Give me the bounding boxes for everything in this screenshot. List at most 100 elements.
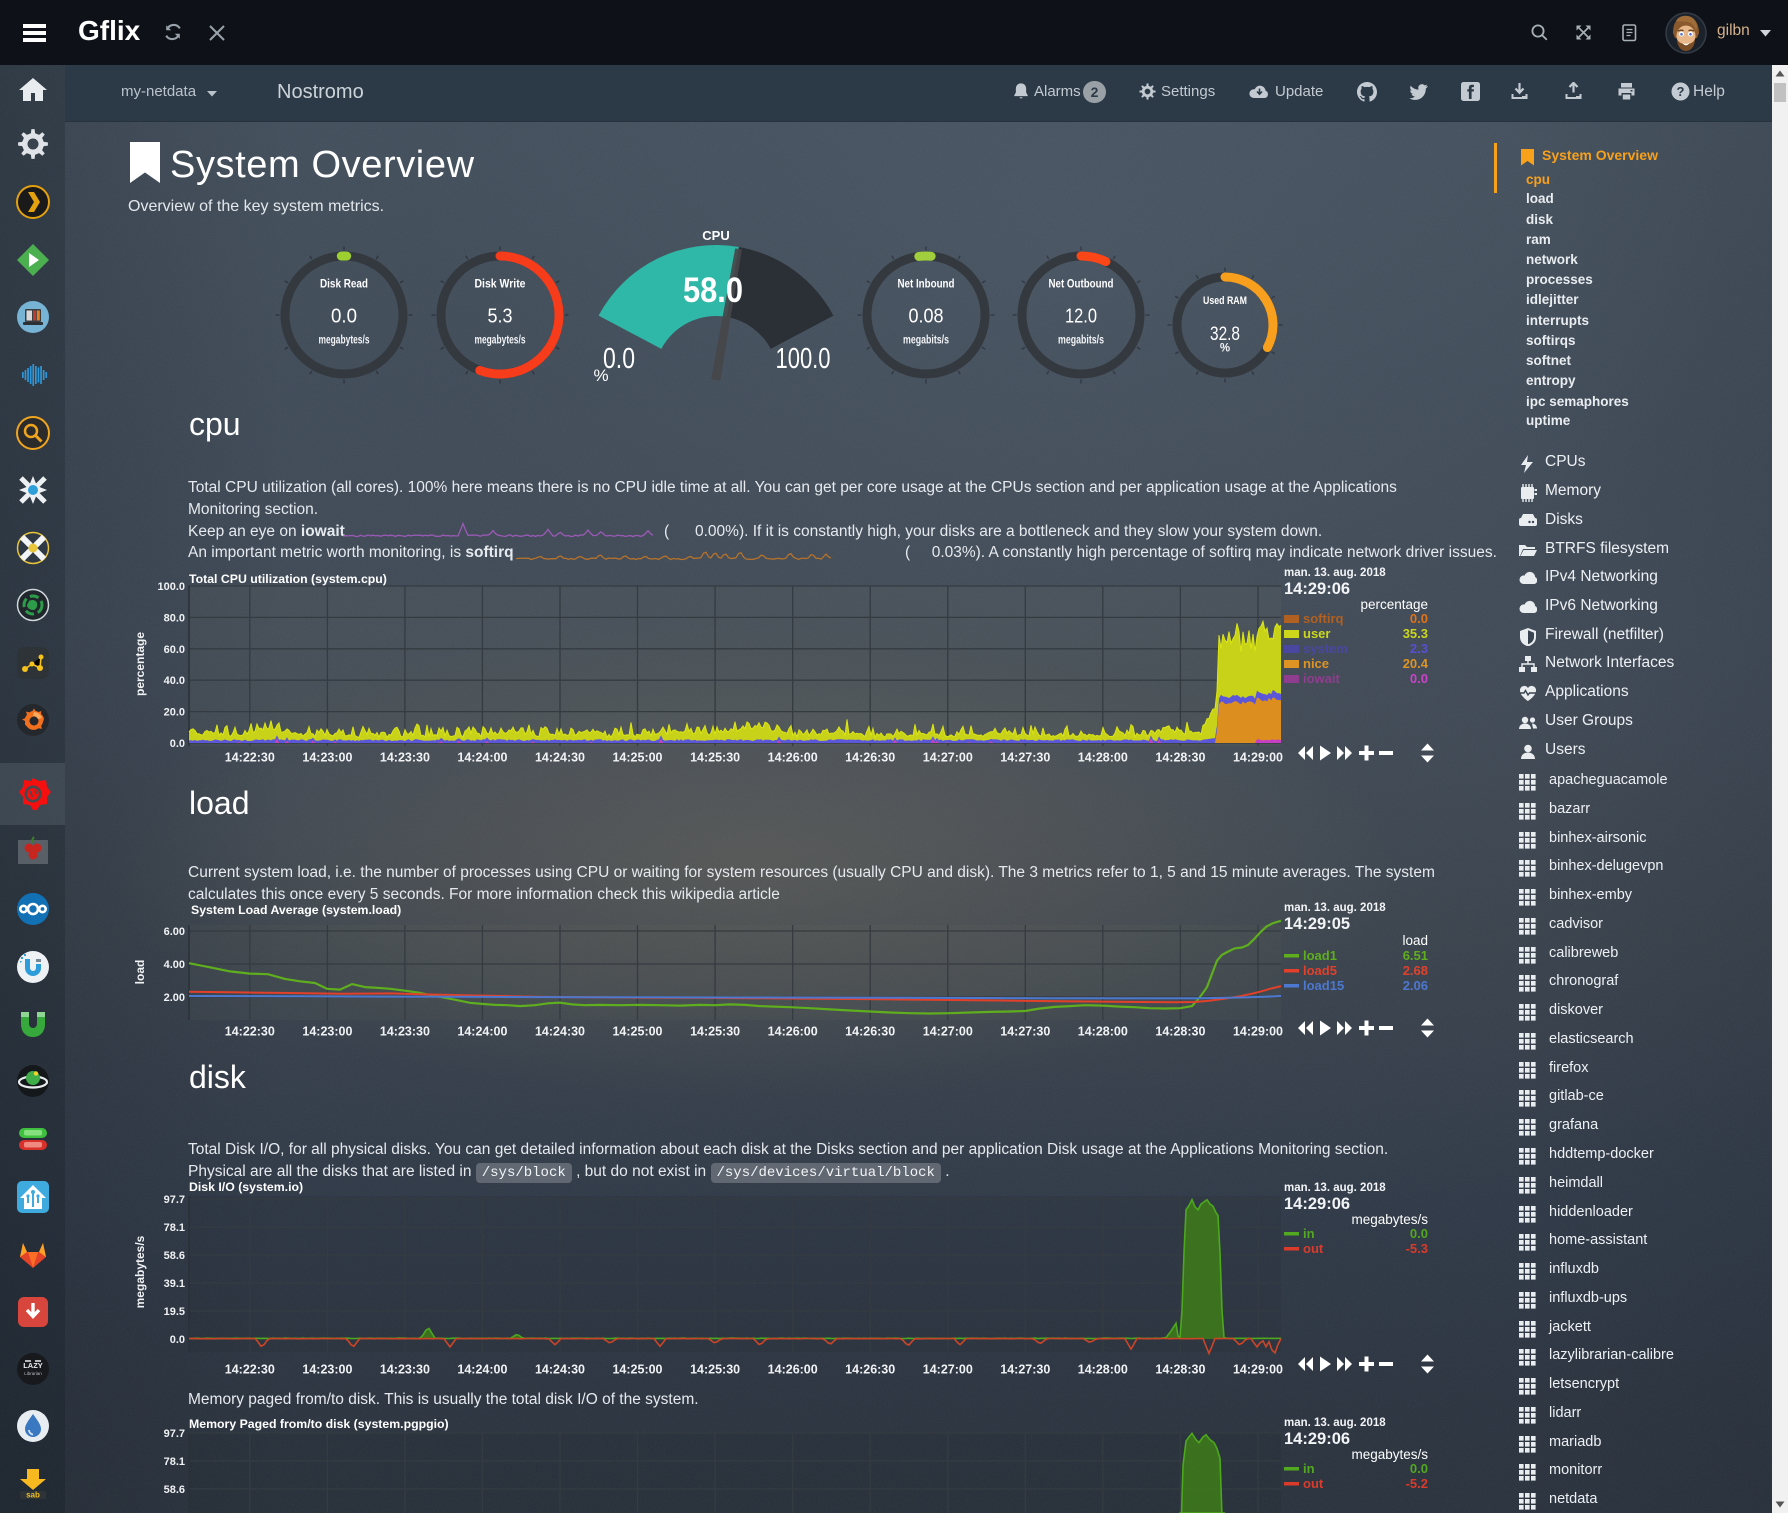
svg-text:in: in — [1303, 1461, 1315, 1476]
svg-text:14:24:00: 14:24:00 — [457, 751, 507, 765]
svg-text:14:25:00: 14:25:00 — [612, 751, 662, 765]
svg-text:5.3: 5.3 — [488, 305, 513, 328]
svg-text:14:26:00: 14:26:00 — [768, 1025, 818, 1039]
svg-text:14:24:00: 14:24:00 — [457, 1025, 507, 1039]
svg-text:megabytes/s: megabytes/s — [133, 1235, 147, 1308]
svg-text:Total CPU utilization (system.: Total CPU utilization (system.cpu) — [189, 572, 387, 586]
svg-text:system: system — [1303, 641, 1348, 656]
svg-text:58.6: 58.6 — [164, 1250, 185, 1262]
svg-text:Disk Write: Disk Write — [475, 279, 526, 291]
svg-text:0.0: 0.0 — [1410, 1226, 1428, 1241]
svg-text:0.0: 0.0 — [1410, 1461, 1428, 1476]
svg-text:megabytes/s: megabytes/s — [1351, 1212, 1428, 1227]
svg-text:?: ? — [1677, 84, 1685, 99]
svg-text:14:25:30: 14:25:30 — [690, 1363, 740, 1377]
svg-text:CPU: CPU — [702, 228, 729, 243]
svg-text:megabytes/s: megabytes/s — [1351, 1447, 1428, 1462]
svg-text:97.7: 97.7 — [164, 1428, 185, 1440]
svg-text:Memory Paged from/to disk (sys: Memory Paged from/to disk (system.pgpgio… — [189, 1417, 449, 1431]
svg-text:58.6: 58.6 — [164, 1484, 185, 1496]
svg-text:14:27:00: 14:27:00 — [923, 751, 973, 765]
svg-text:4.00: 4.00 — [164, 959, 185, 971]
svg-text:78.1: 78.1 — [164, 1222, 185, 1234]
svg-text:2.68: 2.68 — [1403, 963, 1428, 978]
svg-text:14:27:30: 14:27:30 — [1000, 751, 1050, 765]
svg-text:percentage: percentage — [133, 632, 147, 696]
svg-text:load: load — [1402, 933, 1428, 948]
svg-text:14:29:05: 14:29:05 — [1284, 915, 1350, 933]
svg-text:0.0: 0.0 — [331, 305, 357, 328]
svg-text:14:28:00: 14:28:00 — [1078, 751, 1128, 765]
svg-text:out: out — [1303, 1476, 1324, 1491]
svg-text:0.0: 0.0 — [1410, 611, 1428, 626]
svg-text:80.0: 80.0 — [164, 612, 185, 624]
svg-text:14:28:00: 14:28:00 — [1078, 1363, 1128, 1377]
svg-text:14:25:00: 14:25:00 — [612, 1025, 662, 1039]
svg-text:14:25:30: 14:25:30 — [690, 751, 740, 765]
svg-text:user: user — [1303, 626, 1330, 641]
svg-text:man. 13. aug. 2018: man. 13. aug. 2018 — [1284, 902, 1386, 914]
svg-text:14:29:06: 14:29:06 — [1284, 1430, 1350, 1448]
svg-text:40.0: 40.0 — [164, 675, 185, 687]
svg-text:-5.3: -5.3 — [1406, 1241, 1428, 1256]
svg-text:14:23:30: 14:23:30 — [380, 1363, 430, 1377]
svg-text:14:22:30: 14:22:30 — [225, 751, 275, 765]
svg-text:%: % — [593, 366, 608, 385]
svg-text:60.0: 60.0 — [164, 644, 185, 656]
svg-text:14:27:00: 14:27:00 — [923, 1363, 973, 1377]
svg-text:load1: load1 — [1303, 948, 1337, 963]
svg-text:softirq: softirq — [1303, 611, 1344, 626]
svg-text:100.0: 100.0 — [776, 343, 831, 375]
svg-text:14:29:06: 14:29:06 — [1284, 580, 1350, 598]
svg-text:14:29:00: 14:29:00 — [1233, 1025, 1283, 1039]
svg-text:iowait: iowait — [1303, 671, 1341, 686]
svg-text:14:23:30: 14:23:30 — [380, 751, 430, 765]
svg-text:Net Outbound: Net Outbound — [1049, 279, 1114, 291]
svg-text:2.00: 2.00 — [164, 992, 185, 1004]
svg-text:2.3: 2.3 — [1410, 641, 1428, 656]
svg-text:100.0: 100.0 — [157, 581, 185, 593]
svg-text:14:25:00: 14:25:00 — [612, 1363, 662, 1377]
svg-text:14:26:30: 14:26:30 — [845, 1025, 895, 1039]
svg-text:load5: load5 — [1303, 963, 1337, 978]
svg-text:97.7: 97.7 — [164, 1194, 185, 1206]
svg-text:Disk Read: Disk Read — [320, 279, 368, 291]
svg-text:14:25:30: 14:25:30 — [690, 1025, 740, 1039]
svg-text:14:22:30: 14:22:30 — [225, 1025, 275, 1039]
svg-text:0.08: 0.08 — [909, 305, 944, 328]
svg-text:out: out — [1303, 1241, 1324, 1256]
svg-text:man. 13. aug. 2018: man. 13. aug. 2018 — [1284, 1182, 1386, 1194]
svg-text:19.5: 19.5 — [164, 1306, 185, 1318]
svg-text:6.00: 6.00 — [164, 926, 185, 938]
svg-text:man. 13. aug. 2018: man. 13. aug. 2018 — [1284, 567, 1386, 579]
svg-text:20.0: 20.0 — [164, 707, 185, 719]
svg-text:14:28:30: 14:28:30 — [1155, 1025, 1205, 1039]
svg-text:Net Inbound: Net Inbound — [898, 279, 955, 291]
svg-text:load15: load15 — [1303, 978, 1344, 993]
svg-text:14:23:30: 14:23:30 — [380, 1025, 430, 1039]
svg-text:14:23:00: 14:23:00 — [302, 1025, 352, 1039]
svg-text:12.0: 12.0 — [1065, 305, 1097, 328]
svg-text:System Load Average (system.lo: System Load Average (system.load) — [191, 903, 401, 917]
svg-text:14:28:00: 14:28:00 — [1078, 1025, 1128, 1039]
svg-text:0.0: 0.0 — [170, 1334, 185, 1346]
svg-text:14:24:30: 14:24:30 — [535, 751, 585, 765]
svg-text:14:27:30: 14:27:30 — [1000, 1363, 1050, 1377]
svg-text:14:28:30: 14:28:30 — [1155, 1363, 1205, 1377]
svg-text:megabits/s: megabits/s — [1058, 333, 1104, 347]
svg-text:%: % — [1220, 343, 1230, 355]
svg-text:14:29:00: 14:29:00 — [1233, 751, 1283, 765]
svg-text:39.1: 39.1 — [164, 1278, 185, 1290]
svg-text:35.3: 35.3 — [1403, 626, 1428, 641]
svg-text:14:27:00: 14:27:00 — [923, 1025, 973, 1039]
svg-text:megabits/s: megabits/s — [903, 333, 949, 347]
svg-text:14:24:30: 14:24:30 — [535, 1025, 585, 1039]
svg-text:14:26:30: 14:26:30 — [845, 751, 895, 765]
svg-text:load: load — [133, 960, 147, 985]
svg-text:14:27:30: 14:27:30 — [1000, 1025, 1050, 1039]
svg-text:2.06: 2.06 — [1403, 978, 1428, 993]
svg-text:58.0: 58.0 — [683, 271, 743, 310]
svg-text:14:29:00: 14:29:00 — [1233, 1363, 1283, 1377]
svg-text:man. 13. aug. 2018: man. 13. aug. 2018 — [1284, 1417, 1386, 1429]
svg-text:14:24:00: 14:24:00 — [457, 1363, 507, 1377]
